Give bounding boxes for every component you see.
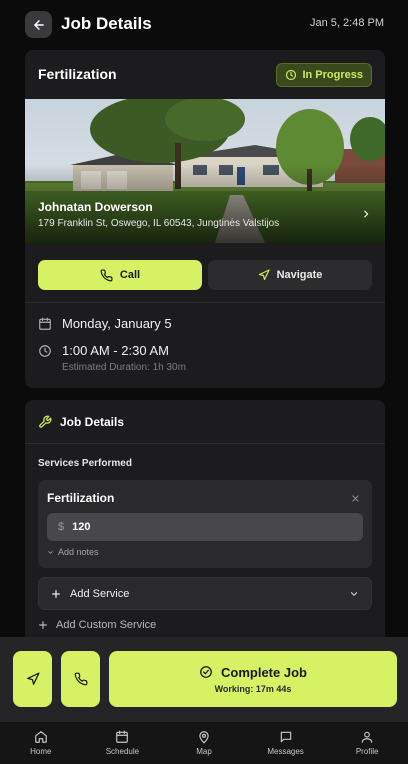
chevron-down-icon	[350, 592, 358, 596]
tab-label: Schedule	[105, 747, 140, 756]
services-performed-label: Services Performed	[38, 458, 132, 469]
message-icon	[280, 731, 291, 743]
job-title: Fertilization	[38, 66, 117, 82]
service-price-input[interactable]: $ 120	[47, 513, 363, 541]
tab-label: Home	[30, 747, 52, 756]
phone-icon	[100, 268, 113, 281]
call-button[interactable]: Call	[38, 260, 202, 290]
navigate-button[interactable]: Navigate	[208, 260, 372, 290]
clock-icon	[39, 344, 51, 357]
service-name: Fertilization	[47, 491, 115, 505]
job-details-title: Job Details	[60, 415, 125, 429]
arrow-left-icon	[33, 19, 44, 30]
estimated-duration: Estimated Duration: 1h 30m	[62, 362, 186, 373]
tab-messages[interactable]: Messages	[245, 722, 327, 764]
customer-name: Johnatan Dowerson	[38, 200, 153, 214]
tab-label: Map	[196, 747, 212, 756]
calendar-icon	[116, 730, 129, 743]
property-photo[interactable]: Johnatan Dowerson 179 Franklin St, Osweg…	[25, 99, 385, 243]
job-summary-card: Fertilization In Progress Johnatan Dower…	[25, 50, 385, 388]
bottom-tab-bar: Home Schedule Map Messages Profile	[0, 722, 408, 764]
back-button[interactable]	[25, 11, 52, 38]
map-pin-icon	[199, 731, 209, 744]
add-custom-service-button[interactable]: Add Custom Service	[38, 619, 156, 631]
plus-icon	[39, 621, 47, 629]
user-icon	[361, 731, 373, 743]
add-service-dropdown[interactable]: Add Service	[38, 577, 372, 610]
add-custom-service-label: Add Custom Service	[56, 619, 157, 631]
navigate-label: Navigate	[276, 269, 323, 281]
job-time-range: 1:00 AM - 2:30 AM	[62, 343, 169, 358]
plus-icon	[52, 589, 60, 598]
service-price-value: 120	[72, 521, 91, 533]
quick-navigate-button[interactable]	[13, 651, 52, 707]
dollar-icon: $	[58, 521, 65, 533]
tab-label: Profile	[355, 747, 379, 756]
home-icon	[34, 731, 47, 743]
wrench-icon	[39, 415, 52, 428]
add-notes-toggle[interactable]: Add notes	[47, 547, 99, 557]
job-time-row: 1:00 AM - 2:30 AM	[38, 343, 169, 358]
clock-icon	[286, 69, 297, 81]
job-details-header: Job Details	[38, 415, 124, 429]
call-label: Call	[119, 269, 141, 281]
bottom-action-bar: Complete Job Working: 17m 44s	[0, 637, 408, 722]
navigation-arrow-icon	[26, 672, 39, 685]
page-title: Job Details	[61, 14, 152, 33]
check-circle-icon	[200, 666, 212, 678]
working-timer: Working: 17m 44s	[214, 683, 292, 694]
tab-schedule[interactable]: Schedule	[82, 722, 164, 764]
job-date: Monday, January 5	[62, 316, 172, 331]
divider	[25, 443, 385, 444]
job-details-card: Job Details Services Performed Fertiliza…	[25, 400, 385, 650]
add-service-label: Add Service	[70, 587, 130, 600]
tab-map[interactable]: Map	[163, 722, 245, 764]
tab-home[interactable]: Home	[0, 722, 82, 764]
customer-address: 179 Franklin St, Oswego, IL 60543, Jungt…	[38, 218, 280, 229]
calendar-icon	[39, 317, 51, 330]
phone-icon	[74, 672, 87, 686]
navigation-arrow-icon	[258, 269, 270, 281]
service-item: Fertilization $ 120 Add notes	[38, 480, 372, 568]
chevron-down-icon	[48, 550, 53, 554]
chevron-right-icon	[364, 210, 369, 218]
tab-profile[interactable]: Profile	[326, 722, 408, 764]
header-timestamp: Jan 5, 2:48 PM	[310, 17, 384, 29]
status-badge: In Progress	[276, 63, 372, 87]
remove-service-button[interactable]	[351, 491, 360, 506]
status-label: In Progress	[302, 69, 363, 81]
add-notes-label: Add notes	[58, 547, 99, 557]
tab-label: Messages	[267, 747, 304, 756]
job-date-row: Monday, January 5	[38, 316, 172, 331]
top-header: Job Details Jan 5, 2:48 PM	[0, 0, 408, 50]
divider	[25, 302, 385, 303]
complete-job-label: Complete Job	[221, 664, 307, 680]
close-icon	[352, 495, 359, 502]
quick-call-button[interactable]	[61, 651, 100, 707]
complete-job-label-row: Complete Job	[199, 665, 307, 680]
complete-job-button[interactable]: Complete Job Working: 17m 44s	[109, 651, 397, 707]
